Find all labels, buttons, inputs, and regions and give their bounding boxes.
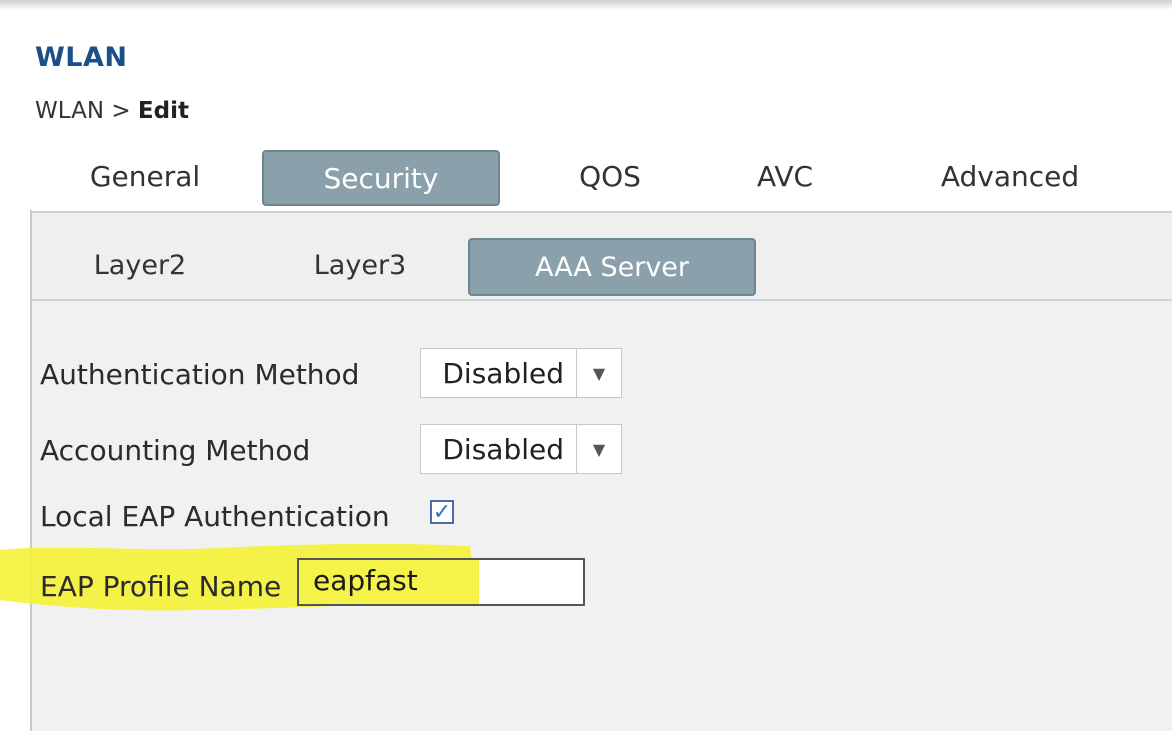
authentication-method-label: Authentication Method xyxy=(40,358,360,391)
local-eap-checkbox[interactable]: ✓ xyxy=(430,499,454,525)
tab-avc[interactable]: AVC xyxy=(730,150,840,202)
tab-general[interactable]: General xyxy=(70,150,220,202)
authentication-method-value: Disabled xyxy=(442,356,564,390)
tab-qos[interactable]: QOS xyxy=(550,150,670,202)
eap-profile-name-value: eapfast xyxy=(313,564,418,597)
chevron-down-icon[interactable]: ▼ xyxy=(576,349,621,397)
chevron-down-icon[interactable]: ▼ xyxy=(576,425,621,473)
checkmark-icon: ✓ xyxy=(432,499,452,525)
subtab-layer3[interactable]: Layer3 xyxy=(290,238,430,292)
subtab-layer2[interactable]: Layer2 xyxy=(70,238,210,292)
top-shadow xyxy=(0,0,1172,10)
breadcrumb: WLAN > Edit xyxy=(35,98,189,124)
tab-advanced[interactable]: Advanced xyxy=(910,150,1110,202)
security-subtabbar: Layer2 Layer3 AAA Server xyxy=(30,213,1172,301)
accounting-method-value: Disabled xyxy=(442,432,564,466)
local-eap-label: Local EAP Authentication xyxy=(40,500,390,533)
breadcrumb-prefix[interactable]: WLAN > xyxy=(35,98,138,124)
breadcrumb-current: Edit xyxy=(137,98,189,124)
accounting-method-label: Accounting Method xyxy=(40,434,311,467)
subtab-aaa-server[interactable]: AAA Server xyxy=(468,238,756,296)
eap-profile-name-input[interactable]: eapfast xyxy=(297,558,585,606)
page-title: WLAN xyxy=(35,42,128,73)
main-tabbar: General Security QOS AVC Advanced xyxy=(30,145,1172,213)
authentication-method-select[interactable]: Disabled ▼ xyxy=(420,348,622,398)
tab-security[interactable]: Security xyxy=(262,150,500,206)
accounting-method-select[interactable]: Disabled ▼ xyxy=(420,424,622,474)
eap-profile-name-label: EAP Profile Name xyxy=(40,570,282,603)
